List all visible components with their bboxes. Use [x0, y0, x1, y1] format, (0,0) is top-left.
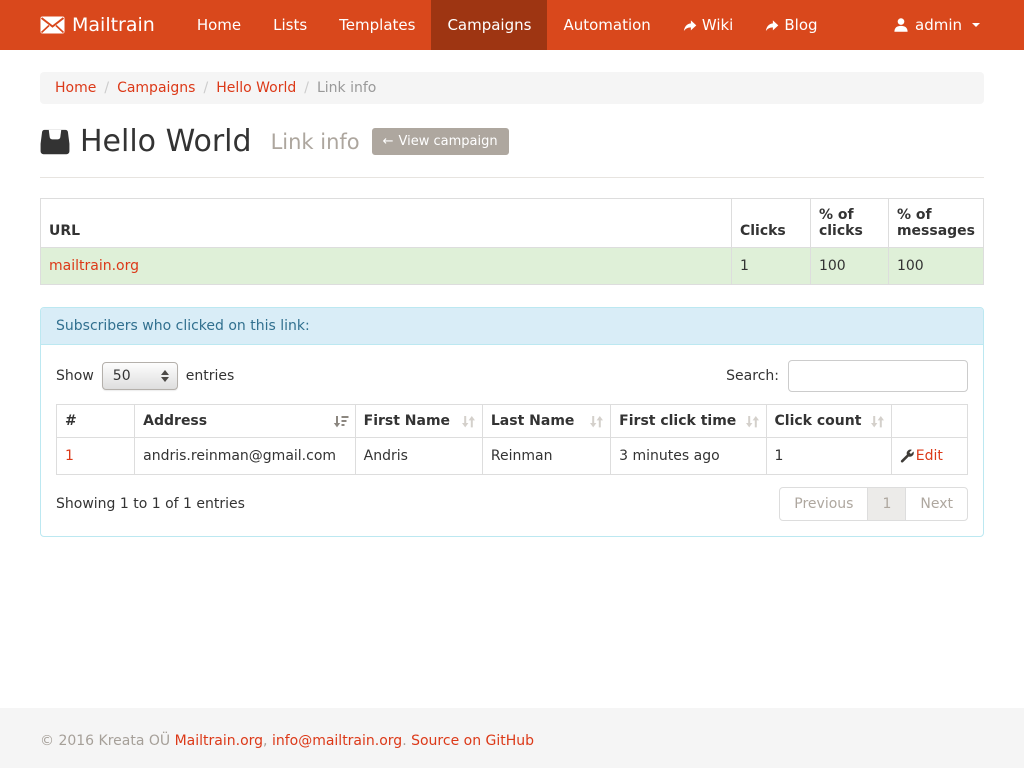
- table-header-row: URL Clicks % of clicks % of messages: [41, 199, 984, 248]
- view-campaign-button[interactable]: ← View campaign: [372, 128, 509, 155]
- nav-item-templates[interactable]: Templates: [323, 0, 431, 50]
- copyright-text: © 2016 Kreata OÜ: [40, 733, 170, 749]
- panel-title: Subscribers who clicked on this link:: [41, 308, 983, 345]
- entries-label: entries: [186, 368, 235, 384]
- column-pct-messages: % of messages: [888, 199, 983, 248]
- page-size-value: 50: [113, 368, 131, 384]
- subscribers-panel: Subscribers who clicked on this link: Sh…: [40, 307, 984, 537]
- pagination-page-1[interactable]: 1: [867, 487, 906, 521]
- main-nav: Home Lists Templates Campaigns Automatio…: [181, 0, 834, 50]
- row-click-count: 1: [766, 438, 891, 475]
- top-navbar: Mailtrain Home Lists Templates Campaigns…: [0, 0, 1024, 50]
- row-first-name: Andris: [355, 438, 482, 475]
- column-url: URL: [41, 199, 732, 248]
- inbox-icon: [40, 128, 70, 156]
- entries-summary: Showing 1 to 1 of 1 entries: [56, 496, 245, 512]
- column-first-click-time[interactable]: First click time: [611, 405, 766, 438]
- sort-both-icon: [589, 415, 604, 428]
- brand-label: Mailtrain: [72, 14, 155, 36]
- clicks-value: 1: [731, 248, 810, 285]
- pct-clicks-value: 100: [810, 248, 888, 285]
- pagination-next[interactable]: Next: [905, 487, 968, 521]
- link-stats-table: URL Clicks % of clicks % of messages mai…: [40, 198, 984, 285]
- url-link[interactable]: mailtrain.org: [49, 258, 139, 274]
- mailtrain-org-link[interactable]: Mailtrain.org: [175, 733, 263, 749]
- page-header: Hello World Link info ← View campaign: [40, 124, 984, 159]
- pct-messages-value: 100: [888, 248, 983, 285]
- wrench-icon: [900, 449, 914, 463]
- table-row: mailtrain.org 1 100 100: [41, 248, 984, 285]
- sort-both-icon: [870, 415, 885, 428]
- search-input[interactable]: [788, 360, 968, 392]
- source-github-link[interactable]: Source on GitHub: [411, 733, 534, 749]
- sort-both-icon: [461, 415, 476, 428]
- nav-item-lists[interactable]: Lists: [257, 0, 323, 50]
- datatable-footer: Showing 1 to 1 of 1 entries Previous 1 N…: [56, 487, 968, 521]
- edit-link[interactable]: Edit: [916, 448, 943, 464]
- subscribers-table: # Address First Name: [56, 404, 968, 475]
- pagination: Previous 1 Next: [779, 487, 968, 521]
- breadcrumb-current: Link info: [296, 80, 376, 96]
- row-first-click-time: 3 minutes ago: [611, 438, 766, 475]
- share-arrow-icon: [683, 19, 697, 32]
- row-address: andris.reinman@gmail.com: [135, 438, 355, 475]
- column-clicks: Clicks: [731, 199, 810, 248]
- user-label: admin: [915, 16, 962, 34]
- email-link[interactable]: info@mailtrain.org: [272, 733, 402, 749]
- nav-item-wiki[interactable]: Wiki: [667, 0, 750, 50]
- column-pct-clicks: % of clicks: [810, 199, 888, 248]
- user-icon: [893, 17, 909, 33]
- column-index[interactable]: #: [57, 405, 135, 438]
- search-label: Search:: [726, 368, 779, 384]
- envelope-icon: [40, 16, 65, 34]
- nav-item-automation[interactable]: Automation: [547, 0, 666, 50]
- column-last-name[interactable]: Last Name: [482, 405, 610, 438]
- page-footer: © 2016 Kreata OÜ Mailtrain.org, info@mai…: [0, 708, 1024, 768]
- datatable-controls: Show 50 entries Search:: [56, 360, 968, 392]
- breadcrumb-home[interactable]: Home: [55, 80, 96, 96]
- back-arrow-icon: ←: [383, 134, 394, 149]
- page-subtitle: Link info: [271, 130, 360, 154]
- brand-logo[interactable]: Mailtrain: [40, 0, 181, 50]
- search-control: Search:: [726, 360, 968, 392]
- show-label: Show: [56, 368, 94, 384]
- user-dropdown[interactable]: admin: [889, 0, 984, 50]
- share-arrow-icon: [765, 19, 779, 32]
- sort-desc-icon: [332, 415, 349, 428]
- column-address[interactable]: Address: [135, 405, 355, 438]
- page-length-control: Show 50 entries: [56, 362, 234, 390]
- page-title-text: Hello World: [80, 124, 252, 159]
- subscriber-row: 1 andris.reinman@gmail.com Andris Reinma…: [57, 438, 968, 475]
- column-actions: [891, 405, 967, 438]
- select-stepper-icon: [161, 370, 169, 382]
- breadcrumb-campaigns[interactable]: Campaigns: [96, 80, 195, 96]
- divider: [40, 177, 984, 178]
- page-size-select[interactable]: 50: [102, 362, 178, 390]
- breadcrumb: Home Campaigns Hello World Link info: [40, 72, 984, 104]
- nav-item-blog[interactable]: Blog: [749, 0, 833, 50]
- subscribers-header-row: # Address First Name: [57, 405, 968, 438]
- row-index: 1: [57, 438, 135, 475]
- page-title: Hello World Link info: [40, 124, 360, 159]
- column-click-count[interactable]: Click count: [766, 405, 891, 438]
- row-last-name: Reinman: [482, 438, 610, 475]
- nav-item-home[interactable]: Home: [181, 0, 257, 50]
- pagination-previous[interactable]: Previous: [779, 487, 868, 521]
- caret-down-icon: [972, 23, 980, 27]
- breadcrumb-campaign-name[interactable]: Hello World: [195, 80, 296, 96]
- sort-both-icon: [745, 415, 760, 428]
- nav-item-campaigns[interactable]: Campaigns: [431, 0, 547, 50]
- column-first-name[interactable]: First Name: [355, 405, 482, 438]
